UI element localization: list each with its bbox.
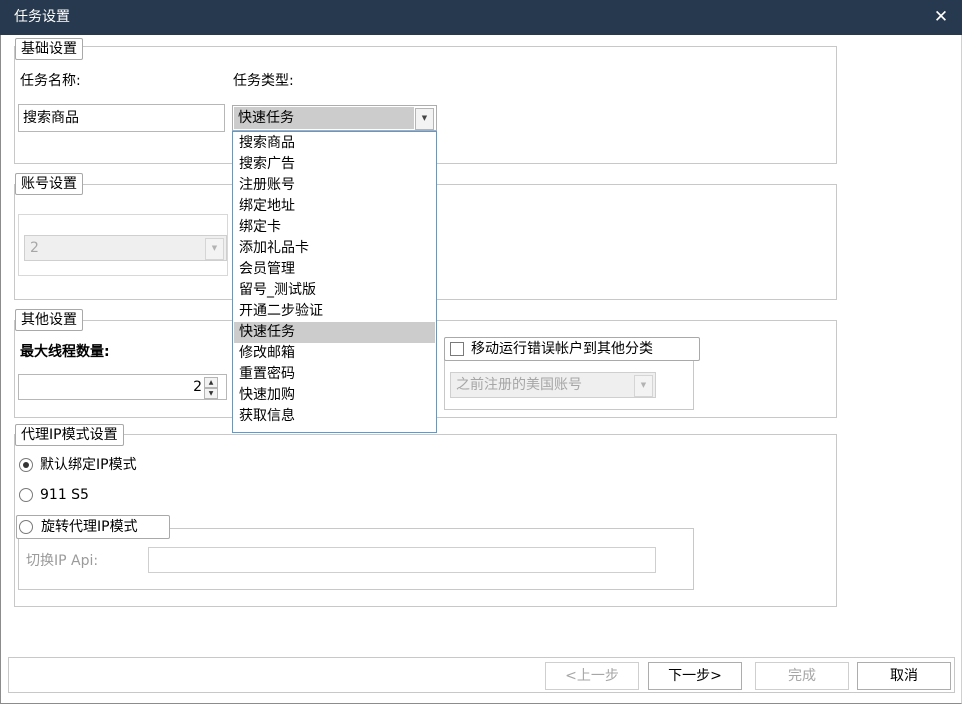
chevron-down-icon[interactable]: ▼	[205, 238, 224, 260]
dropdown-option[interactable]: 绑定卡	[234, 217, 435, 238]
dropdown-option[interactable]: 搜索广告	[234, 154, 435, 175]
proxy-settings-legend: 代理IP模式设置	[15, 424, 124, 446]
switch-api-input[interactable]	[148, 547, 656, 573]
dropdown-option[interactable]: 开通二步验证	[234, 301, 435, 322]
prev-button[interactable]: <上一步	[545, 662, 639, 690]
task-name-input[interactable]: 搜索商品	[18, 104, 225, 132]
dropdown-option[interactable]: 修改邮箱	[234, 343, 435, 364]
finish-button[interactable]: 完成	[755, 662, 849, 690]
dropdown-option[interactable]: 绑定地址	[234, 196, 435, 217]
dropdown-option[interactable]: 快速加购	[234, 385, 435, 406]
category-select-value: 之前注册的美国账号	[456, 377, 582, 393]
next-button[interactable]: 下一步>	[648, 662, 742, 690]
dropdown-option[interactable]: 留号_测试版	[234, 280, 435, 301]
chevron-down-icon[interactable]: ▼	[415, 108, 434, 130]
task-name-label: 任务名称:	[20, 73, 81, 89]
rotate-mode-label[interactable]: 旋转代理IP模式	[16, 515, 170, 539]
dropdown-option[interactable]: 搜索商品	[234, 133, 435, 154]
s5-radio[interactable]	[19, 488, 33, 502]
s5-label[interactable]: 911 S5	[40, 486, 89, 504]
account-select-value: 2	[30, 240, 39, 256]
max-threads-input[interactable]: 2	[18, 374, 227, 400]
default-mode-label[interactable]: 默认绑定IP模式	[40, 456, 137, 474]
dropdown-option[interactable]: 重置密码	[234, 364, 435, 385]
switch-api-label: 切换IP Api:	[26, 553, 99, 569]
move-error-checkbox-label[interactable]: 移动运行错误帐户到其他分类	[444, 337, 700, 361]
dropdown-option[interactable]: 获取信息	[234, 406, 435, 427]
chevron-down-icon[interactable]: ▼	[634, 375, 653, 397]
move-error-checkbox[interactable]	[450, 342, 464, 356]
basic-settings-legend: 基础设置	[15, 38, 83, 60]
dropdown-option[interactable]: 添加礼品卡	[234, 238, 435, 259]
dropdown-option[interactable]: 注册账号	[234, 175, 435, 196]
window-title: 任务设置	[14, 9, 70, 25]
account-select[interactable]: 2 ▼	[24, 235, 227, 261]
dropdown-option[interactable]: 快速任务	[234, 322, 435, 343]
title-bar	[0, 0, 962, 35]
default-mode-radio[interactable]	[19, 458, 33, 472]
cancel-button[interactable]: 取消	[857, 662, 951, 690]
task-type-dropdown-list[interactable]: 搜索商品 搜索广告 注册账号 绑定地址 绑定卡 添加礼品卡 会员管理 留号_测试版 开通二步验证…	[232, 131, 437, 433]
task-type-label: 任务类型:	[233, 73, 294, 89]
other-settings-legend: 其他设置	[15, 309, 83, 331]
radio-selected-dot	[23, 462, 29, 468]
account-settings-legend: 账号设置	[15, 173, 83, 195]
task-type-select[interactable]: 快速任务 ▼	[232, 105, 437, 131]
max-threads-label: 最大线程数量:	[20, 344, 110, 360]
close-icon[interactable]: ✕	[930, 6, 952, 28]
dropdown-option[interactable]: 会员管理	[234, 259, 435, 280]
rotate-mode-radio[interactable]	[19, 520, 33, 534]
spin-down-icon[interactable]: ▼	[204, 388, 218, 399]
spin-up-icon[interactable]: ▲	[204, 377, 218, 388]
category-select[interactable]: 之前注册的美国账号 ▼	[450, 372, 656, 398]
task-type-value: 快速任务	[238, 110, 294, 126]
